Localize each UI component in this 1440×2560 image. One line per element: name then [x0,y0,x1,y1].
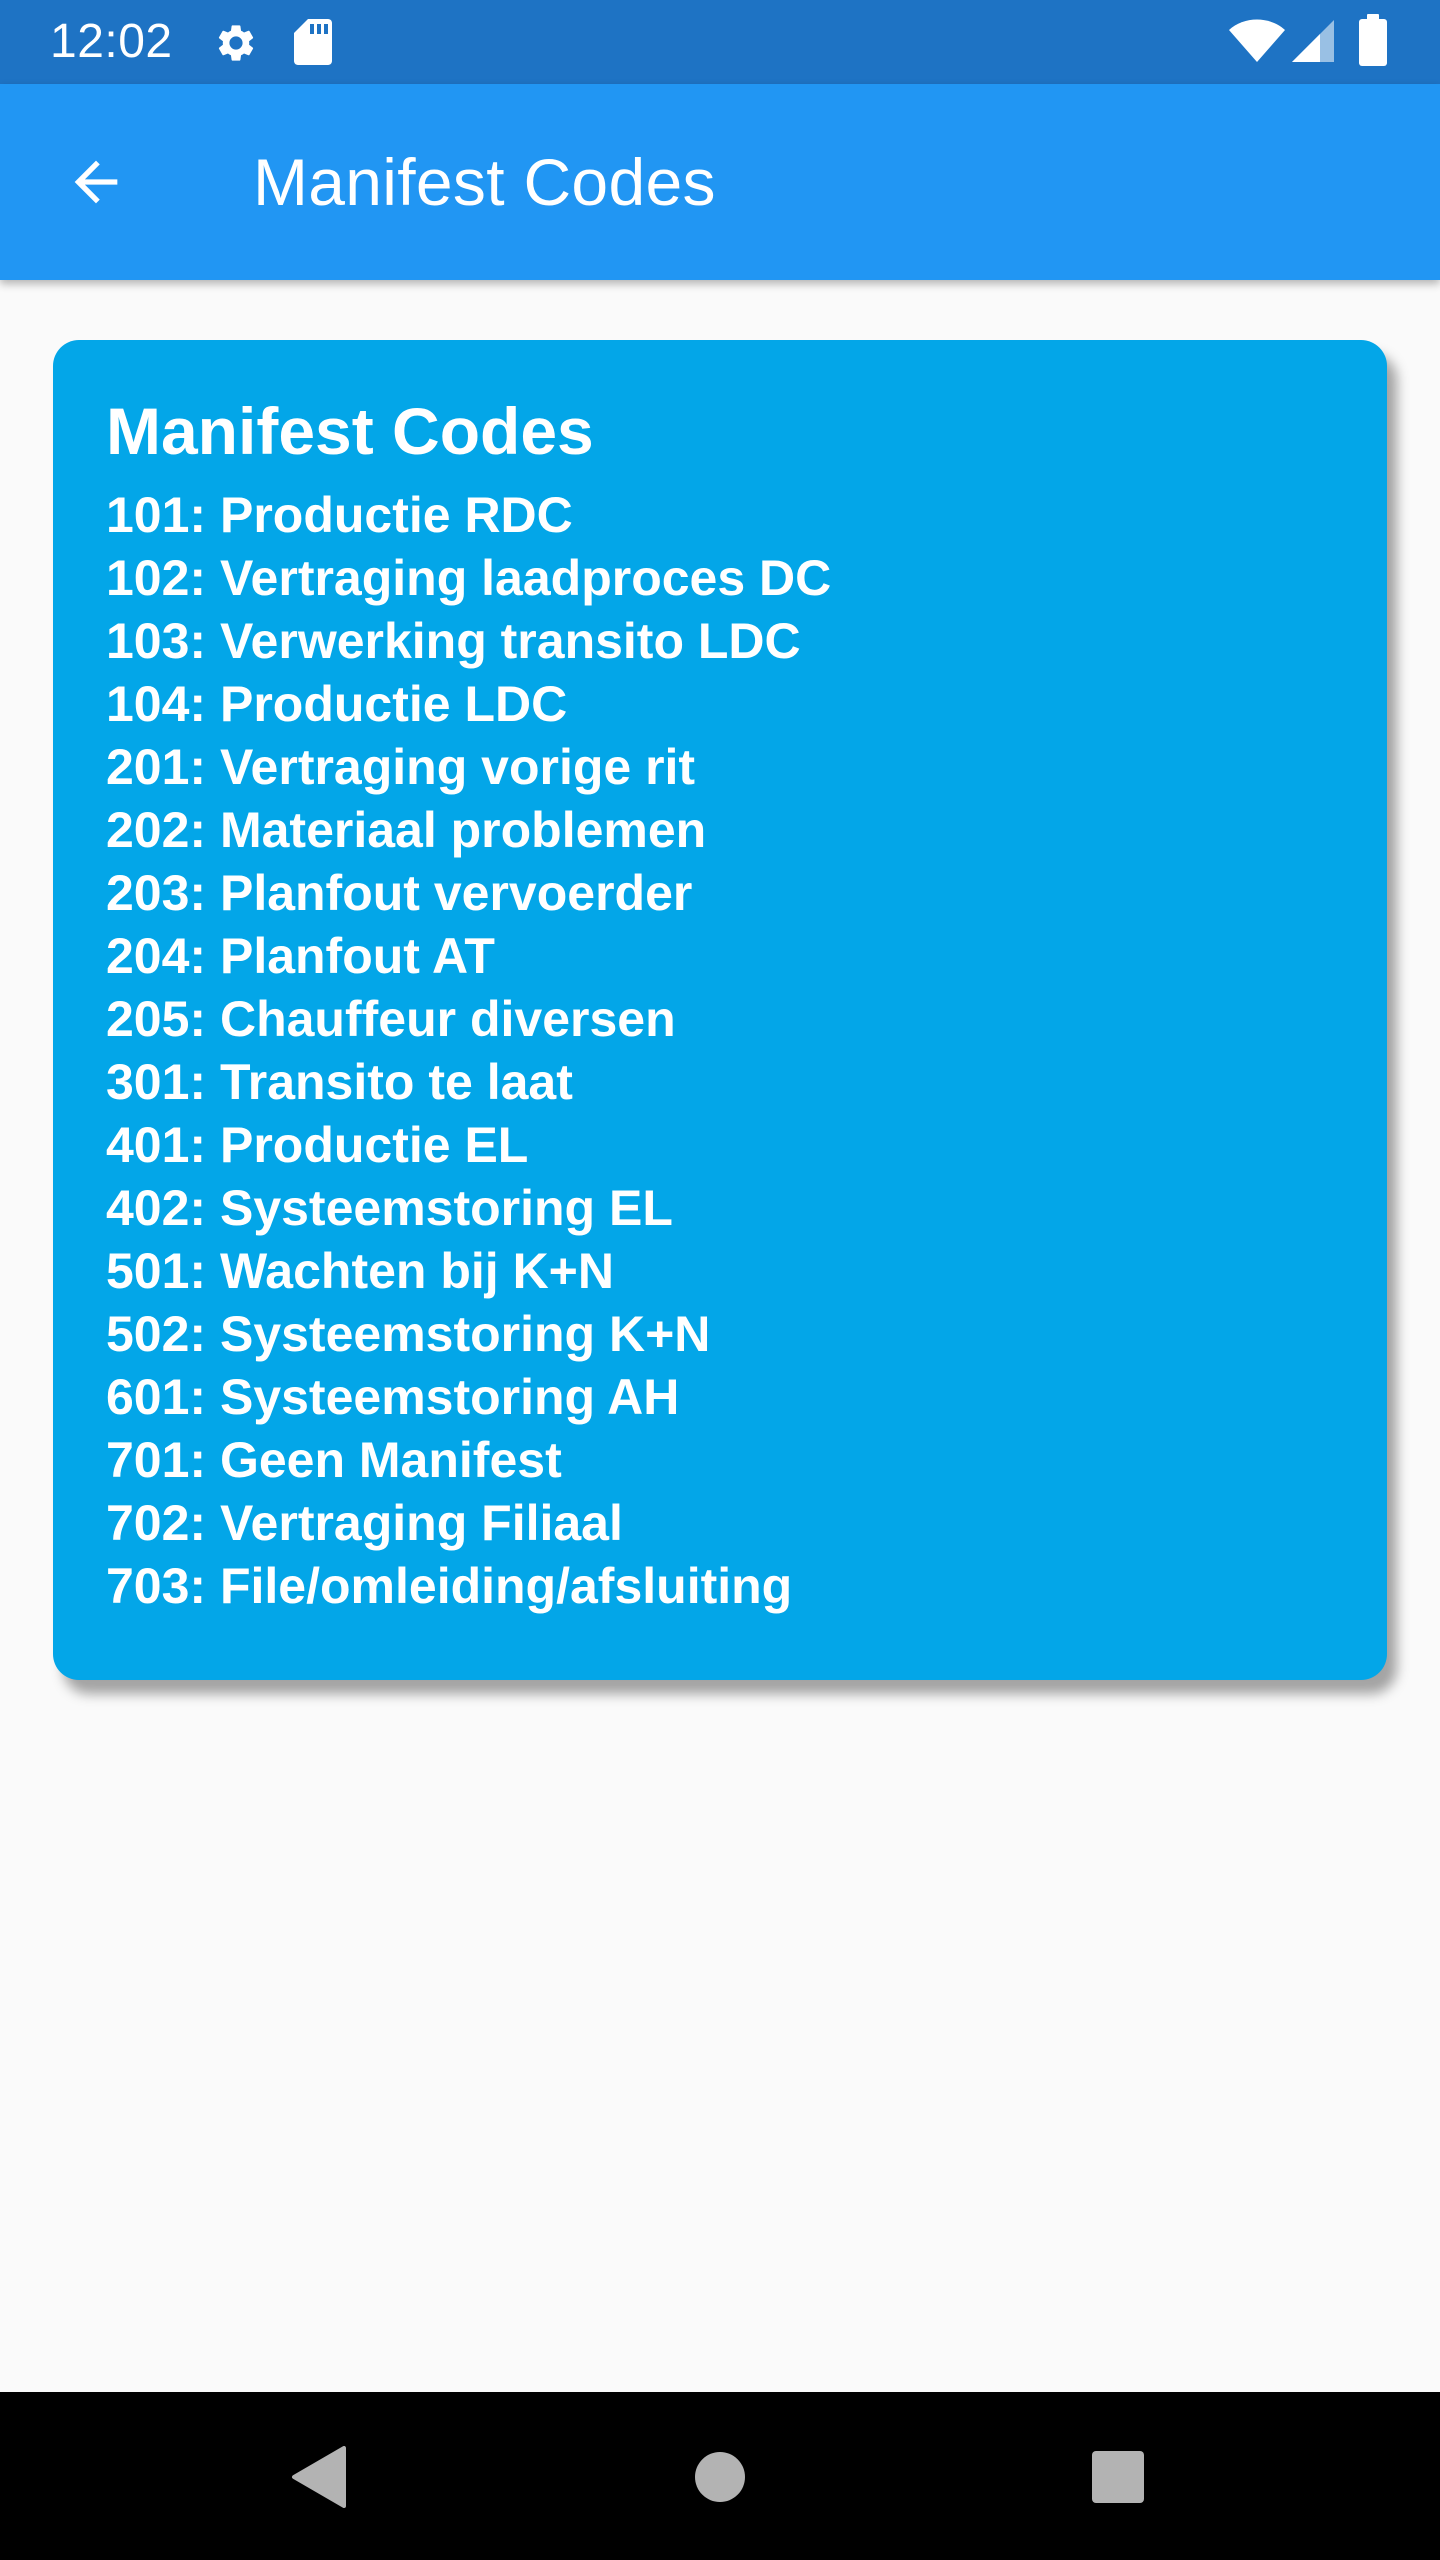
home-circle-icon [695,2452,745,2502]
code-item: 301: Transito te laat [106,1054,573,1110]
code-item: 502: Systeemstoring K+N [106,1306,711,1362]
code-item: 101: Productie RDC [106,487,573,543]
code-list: 101: Productie RDC 102: Vertraging laadp… [106,484,1387,1618]
arrow-back-icon [74,160,118,204]
back-button[interactable] [48,134,144,230]
page-title: Manifest Codes [253,145,716,219]
sd-card-icon [294,19,332,65]
code-item: 401: Productie EL [106,1117,529,1173]
code-item: 202: Materiaal problemen [106,802,707,858]
gear-icon [218,25,254,61]
nav-back-button[interactable] [268,2432,368,2522]
nav-home-button[interactable] [670,2432,770,2522]
recents-square-icon [1092,2451,1144,2503]
manifest-codes-card: Manifest Codes 101: Productie RDC 102: V… [53,340,1387,1680]
code-item: 104: Productie LDC [106,676,568,732]
code-item: 201: Vertraging vorige rit [106,739,696,795]
signal-icon [1292,20,1334,62]
code-item: 203: Planfout vervoerder [106,865,693,921]
battery-icon [1359,14,1387,66]
code-item: 103: Verwerking transito LDC [106,613,801,669]
code-item: 601: Systeemstoring AH [106,1369,680,1425]
code-item: 205: Chauffeur diversen [106,991,676,1047]
back-triangle-icon [292,2446,346,2508]
code-item: 204: Planfout AT [106,928,495,984]
nav-recents-button[interactable] [1068,2432,1168,2522]
code-item: 703: File/omleiding/afsluiting [106,1558,793,1614]
code-item: 701: Geen Manifest [106,1432,562,1488]
code-item: 501: Wachten bij K+N [106,1243,614,1299]
status-bar: 12:02 [0,0,1440,84]
status-time: 12:02 [50,15,173,68]
app-bar: Manifest Codes [0,84,1440,280]
navigation-bar [0,2392,1440,2560]
code-item: 402: Systeemstoring EL [106,1180,673,1236]
wifi-icon [1229,19,1285,62]
code-item: 702: Vertraging Filiaal [106,1495,623,1551]
code-item: 102: Vertraging laadproces DC [106,550,832,606]
card-title: Manifest Codes [106,394,594,468]
